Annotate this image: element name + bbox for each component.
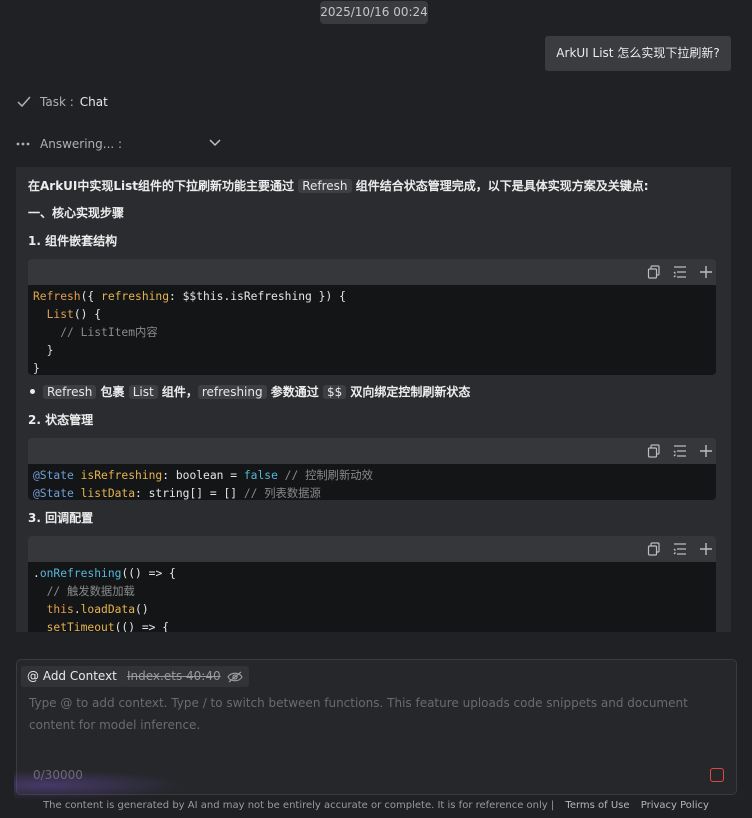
code-token: : string[] = [] [135,487,244,500]
code-token: isRefreshing [73,469,163,482]
code-token: this [33,603,74,616]
check-icon [17,96,31,108]
section-heading: 一、核心实现步骤 [28,206,125,220]
code-token: (() => { [114,621,170,632]
code-line: } [33,362,40,375]
code-token: @State [33,487,74,500]
file-chip-label: Index.ets 40:40 [127,669,221,683]
footer: The content is generated by AI and may n… [0,800,752,811]
task-row: Task : Chat [16,92,108,112]
text: 包裹 [96,385,129,399]
code-toolbar [28,438,716,464]
code-token: loadData [80,603,136,616]
code-line: this.loadData() [33,601,711,619]
code-token: () { [73,308,102,321]
code-toolbar [28,259,716,285]
code-line: } [33,344,54,357]
code-token: @State [33,469,74,482]
task-value: Chat [79,95,108,109]
code-toolbar [28,536,716,562]
code-token: refreshing [101,290,170,303]
inline-code: List [128,385,158,399]
plus-icon[interactable] [699,542,713,556]
input-placeholder[interactable]: Type @ to add context. Type / to switch … [29,692,719,736]
disclaimer-text: The content is generated by AI and may n… [43,800,555,811]
inline-code: refreshing [197,385,267,399]
inline-code: $$ [322,385,347,399]
code-token: . [33,567,40,580]
code-body: Refresh({ refreshing: $$this.isRefreshin… [28,285,716,375]
code-line: .onRefreshing(() => { [33,565,711,583]
code-token: List [33,308,74,321]
privacy-link[interactable]: Privacy Policy [641,800,709,811]
text: 双向绑定控制刷新状态 [346,385,471,399]
insert-lines-icon[interactable] [673,542,687,556]
step-3-heading: 3. 回调配置 [28,511,94,525]
code-line: setTimeout(() => { [33,619,711,632]
copy-icon[interactable] [647,265,661,279]
code-token: : $$this.isRefreshing }) { [169,290,346,303]
code-token: // 列表数据源 [243,487,321,500]
code-token: onRefreshing [39,567,122,580]
copy-icon[interactable] [647,542,661,556]
char-counter: 0/30000 [33,768,83,782]
answer-panel: 在ArkUI中实现List组件的下拉刷新功能主要通过 Refresh 组件结合状… [16,167,731,632]
code-body: @State isRefreshing: boolean = false // … [28,464,716,500]
bullet-text: Refresh 包裹 List 组件， refreshing 参数通过 $$ 双向… [43,383,470,400]
plus-icon[interactable] [699,444,713,458]
chat-input-box[interactable]: @ Add Context Index.ets 40:40 Type @ to … [16,659,737,795]
file-context-chip[interactable]: Index.ets 40:40 [121,666,249,687]
code-body: .onRefreshing(() => { // 触发数据加载 this.loa… [28,562,716,632]
step-2-heading: 2. 状态管理 [28,413,94,427]
bullet-dot [30,389,35,394]
code-line: List() { [33,306,711,324]
code-token: () [135,603,149,616]
code-token: listData [73,487,136,500]
chevron-down-icon[interactable] [208,136,222,150]
code-token: : boolean = [162,469,244,482]
intro-rest-text: 组件结合状态管理完成，以下是具体实现方案及关键点: [351,179,649,193]
answering-status-toggle[interactable]: Answering... : [16,134,222,154]
code-token: setTimeout [33,621,115,632]
code-token: (() => { [121,567,176,580]
code-token: . [73,603,81,616]
timestamp: 2025/10/16 00:24 [320,1,428,24]
insert-lines-icon[interactable] [673,265,687,279]
inline-code: Refresh [43,385,97,399]
code-line: @State listData: string[] = [] // 列表数据源 [33,485,711,503]
user-message-bubble: ArkUI List 怎么实现下拉刷新? [545,36,731,71]
code-block-2: @State isRefreshing: boolean = false // … [28,438,716,500]
more-dots-icon [16,142,30,146]
code-token: ({ [80,290,102,303]
code-token: // 控制刷新动效 [277,469,373,482]
plus-icon[interactable] [699,265,713,279]
insert-lines-icon[interactable] [673,444,687,458]
code-token: Refresh [33,290,81,303]
code-line: // 触发数据加载 [33,585,135,598]
answer-intro: 在ArkUI中实现List组件的下拉刷新功能主要通过 Refresh 组件结合状… [28,177,649,194]
list-item: Refresh 包裹 List 组件， refreshing 参数通过 $$ 双向… [30,383,470,400]
inline-code-refresh: Refresh [298,179,352,193]
code-line: Refresh({ refreshing: $$this.isRefreshin… [33,288,711,306]
copy-icon[interactable] [647,444,661,458]
eye-off-icon[interactable] [226,671,243,683]
text: 参数通过 [266,385,323,399]
code-token: false [243,469,278,482]
text: 组件， [157,385,198,399]
stop-button[interactable] [710,768,724,782]
terms-link[interactable]: Terms of Use [565,800,629,811]
task-label: Task : [40,95,74,109]
answering-label: Answering... : [40,137,123,151]
intro-text: 在ArkUI中实现List组件的下拉刷新功能主要通过 [28,179,299,193]
code-block-1: Refresh({ refreshing: $$this.isRefreshin… [28,259,716,375]
code-line: // ListItem内容 [33,326,158,339]
step-1-heading: 1. 组件嵌套结构 [28,234,118,248]
code-line: @State isRefreshing: boolean = false // … [33,467,711,485]
code-block-3: .onRefreshing(() => { // 触发数据加载 this.loa… [28,536,716,632]
add-context-button[interactable]: @ Add Context [21,666,123,687]
